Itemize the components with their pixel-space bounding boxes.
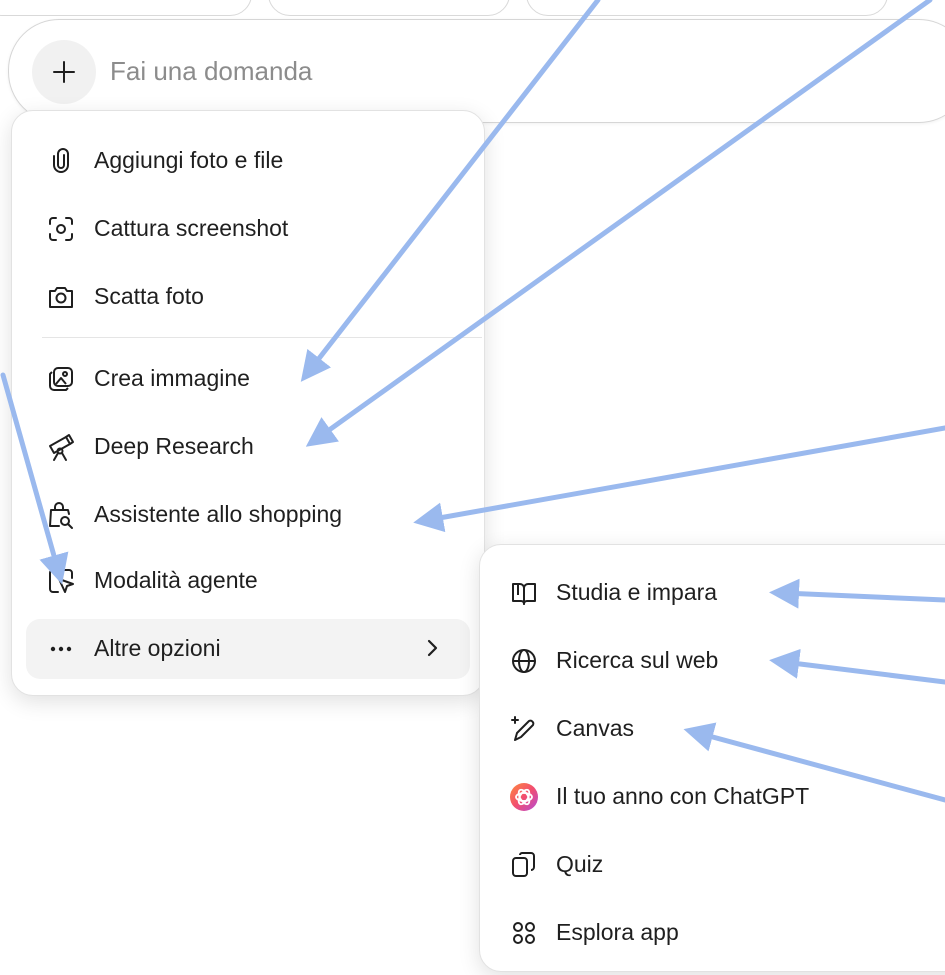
create-image-icon bbox=[49, 367, 73, 391]
menu-item-agent-mode[interactable]: Modalità agente bbox=[26, 551, 470, 611]
menu-item-label: Altre opzioni bbox=[94, 635, 221, 661]
menu-item-label: Cattura screenshot bbox=[94, 215, 289, 241]
menu-item-create-image[interactable]: Crea immagine bbox=[26, 349, 470, 409]
prompt-composer[interactable]: Fai una domanda bbox=[8, 19, 945, 123]
submenu-item-web-search[interactable]: Ricerca sul web bbox=[494, 631, 945, 691]
book-icon bbox=[512, 583, 536, 605]
submenu-item-label: Esplora app bbox=[556, 919, 679, 945]
menu-item-add-files[interactable]: Aggiungi foto e file bbox=[26, 131, 470, 191]
shopping-bag-icon bbox=[49, 502, 73, 529]
telescope-icon bbox=[49, 434, 74, 461]
arrow-to-shopping bbox=[413, 425, 945, 533]
plus-icon bbox=[53, 61, 75, 83]
submenu-item-label: Studia e impara bbox=[556, 579, 718, 605]
globe-icon bbox=[512, 649, 536, 673]
submenu-item-label: Canvas bbox=[556, 715, 634, 741]
toolbar-pill[interactable] bbox=[526, 0, 888, 16]
camera-icon bbox=[49, 287, 73, 308]
toolbar-pill[interactable] bbox=[0, 0, 252, 16]
chatgpt-logo-icon bbox=[510, 783, 538, 811]
more-options-submenu: Studia e impara Ricerca sul web Canvas I… bbox=[479, 544, 945, 972]
chevron-right-icon bbox=[427, 639, 438, 657]
menu-item-label: Deep Research bbox=[94, 433, 254, 459]
toolbar-pill[interactable] bbox=[268, 0, 510, 16]
menu-item-more-options[interactable]: Altre opzioni bbox=[26, 619, 470, 679]
apps-grid-icon bbox=[513, 922, 535, 944]
menu-item-label: Aggiungi foto e file bbox=[94, 147, 284, 173]
menu-item-take-photo[interactable]: Scatta foto bbox=[26, 267, 470, 327]
more-dots-icon bbox=[50, 646, 72, 652]
submenu-item-canvas[interactable]: Canvas bbox=[494, 699, 945, 759]
screenshot-icon bbox=[49, 217, 73, 241]
submenu-item-year-with-chatgpt[interactable]: Il tuo anno con ChatGPT bbox=[494, 767, 945, 827]
submenu-item-quiz[interactable]: Quiz bbox=[494, 835, 945, 895]
paperclip-icon bbox=[53, 148, 69, 173]
top-toolbar-strip bbox=[0, 0, 945, 18]
menu-item-shopping-assistant[interactable]: Assistente allo shopping bbox=[26, 485, 470, 545]
submenu-item-label: Il tuo anno con ChatGPT bbox=[556, 783, 810, 809]
menu-item-screenshot[interactable]: Cattura screenshot bbox=[26, 199, 470, 259]
submenu-item-explore-apps[interactable]: Esplora app bbox=[494, 903, 945, 963]
menu-item-deep-research[interactable]: Deep Research bbox=[26, 417, 470, 477]
cards-icon bbox=[512, 852, 535, 877]
prompt-placeholder[interactable]: Fai una domanda bbox=[110, 56, 312, 87]
menu-divider bbox=[42, 337, 482, 338]
menu-item-label: Crea immagine bbox=[94, 365, 250, 391]
submenu-item-study[interactable]: Studia e impara bbox=[494, 563, 945, 623]
submenu-item-label: Quiz bbox=[556, 851, 604, 877]
attach-menu: Aggiungi foto e file Cattura screenshot … bbox=[11, 110, 485, 696]
menu-item-label: Assistente allo shopping bbox=[94, 501, 343, 527]
submenu-item-label: Ricerca sul web bbox=[556, 647, 719, 673]
add-button[interactable] bbox=[32, 40, 96, 104]
menu-item-label: Modalità agente bbox=[94, 567, 258, 593]
menu-item-label: Scatta foto bbox=[94, 283, 204, 309]
agent-cursor-icon bbox=[49, 569, 74, 593]
pencil-sparkle-icon bbox=[511, 716, 535, 741]
